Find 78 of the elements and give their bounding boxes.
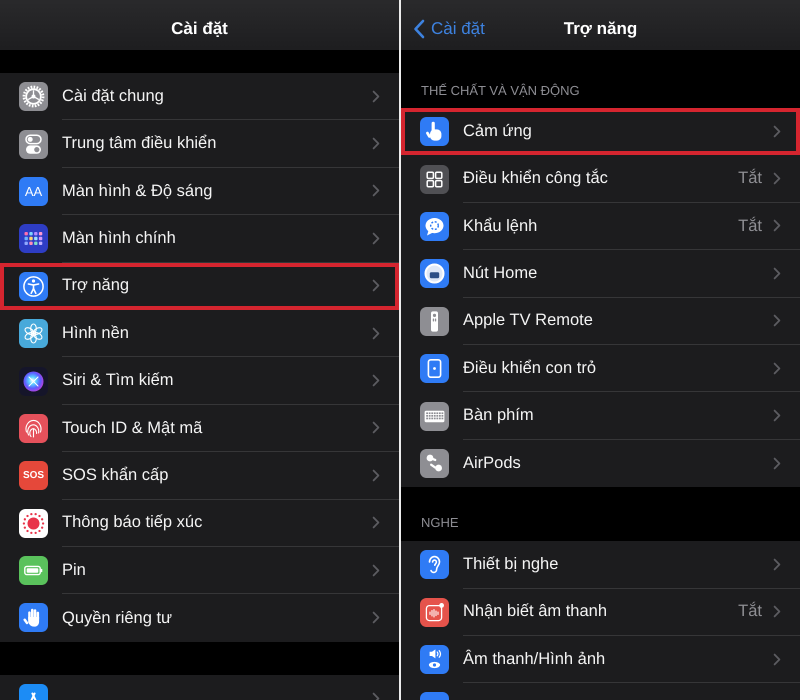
settings-item[interactable]: Âm thanh/Hình ảnh [401,636,800,684]
settings-item[interactable]: Touch ID & Mật mã [0,404,399,452]
settings-item[interactable]: Hình nền [0,310,399,358]
remote-icon [420,306,449,336]
chevron-icon [372,468,380,482]
back-button[interactable]: Cài đặt [413,18,485,40]
chevron-icon [372,564,380,577]
settings-item[interactable]: AirPods [401,440,800,488]
settings-item[interactable]: AA Màn hình & Độ sáng [0,168,399,216]
settings-item[interactable]: Điều khiển công tắc Tắt [401,155,800,203]
accessibility-icon [19,272,48,301]
speech-bubble-icon [420,212,449,241]
settings-item[interactable]: Nút Home [401,250,800,298]
pointing-hand-icon [420,117,449,146]
dotted-ring-icon [19,508,48,538]
chevron-icon [773,558,781,571]
flower-icon [19,319,48,348]
battery-icon [19,556,48,586]
text-size-tile: AA [19,176,48,206]
screen-title: Trợ năng [564,18,638,40]
chevron-icon [773,409,781,422]
chevron-icon [773,456,781,470]
hand-icon [19,603,48,632]
status-text: Tắt [738,216,762,237]
settings-item[interactable]: Cài đặt chung [0,73,399,120]
chevron-icon [372,611,380,624]
ear-icon [420,550,449,580]
settings-item[interactable]: Thiết bị nghe [401,541,800,589]
chevron-icon [372,90,380,103]
four-squares-icon [420,164,449,194]
chevron-icon [372,279,380,292]
chevron-icon [773,219,781,232]
chevron-icon [372,232,380,245]
settings-item[interactable]: Siri & Tìm kiếm [0,357,399,405]
chevron-icon [773,172,781,186]
settings-icon [19,82,48,112]
chevron-icon [372,326,380,340]
settings-item[interactable]: Pin [0,546,399,594]
fingerprint-icon [19,414,48,443]
pointer-square-icon [420,354,449,384]
settings-item[interactable]: Điều khiển con trỏ [401,344,800,392]
settings-item[interactable]: Nhận biết âm thanh Tắt [401,588,800,636]
orb-icon [19,366,48,396]
chevron-icon [372,137,380,150]
toggle-switches-icon [19,130,48,159]
settings-item[interactable]: Apple TV Remote [401,298,800,345]
settings-item[interactable]: Trợ năng [0,262,399,310]
status-text: Tắt [738,600,762,622]
chevron-icon [773,266,781,280]
chevron-icon [773,652,781,666]
app-grid-icon [19,224,48,254]
settings-item[interactable]: Trung tâm điều khiển [0,120,399,168]
chevron-icon [773,314,781,328]
settings-item[interactable]: Màn hình chính [0,215,399,263]
chevron-icon [372,516,380,530]
settings-item[interactable]: Cảm ứng [401,108,800,156]
chevron-icon [773,605,781,618]
settings-item[interactable]: Thông báo tiếp xúc [0,500,399,547]
home-button-icon [420,259,449,288]
chevron-icon [773,124,781,138]
section-header: NGHE [421,514,459,532]
settings-item[interactable]: Quyền riêng tư [0,594,399,642]
settings-item[interactable]: SOS SOS khẩn cấp [0,452,399,500]
status-text: Tắt [738,168,762,190]
settings-item[interactable]: Khẩu lệnh Tắt [401,202,800,250]
speaker-eye-icon [420,645,449,674]
sos-tile: SOS [19,461,48,490]
section-header: THẾ CHẤT VÀ VẬN ĐỘNG [421,82,580,100]
chevron-icon [372,421,380,434]
chevron-icon [372,184,380,198]
back-chevron-icon [413,18,425,39]
keyboard-icon [420,402,449,431]
screen-title: Cài đặt [171,18,228,40]
chevron-icon [372,374,380,388]
chevron-icon [773,362,781,375]
settings-item[interactable]: Bàn phím [401,392,800,440]
waveform-icon [420,598,449,627]
earbuds-icon [420,448,449,478]
